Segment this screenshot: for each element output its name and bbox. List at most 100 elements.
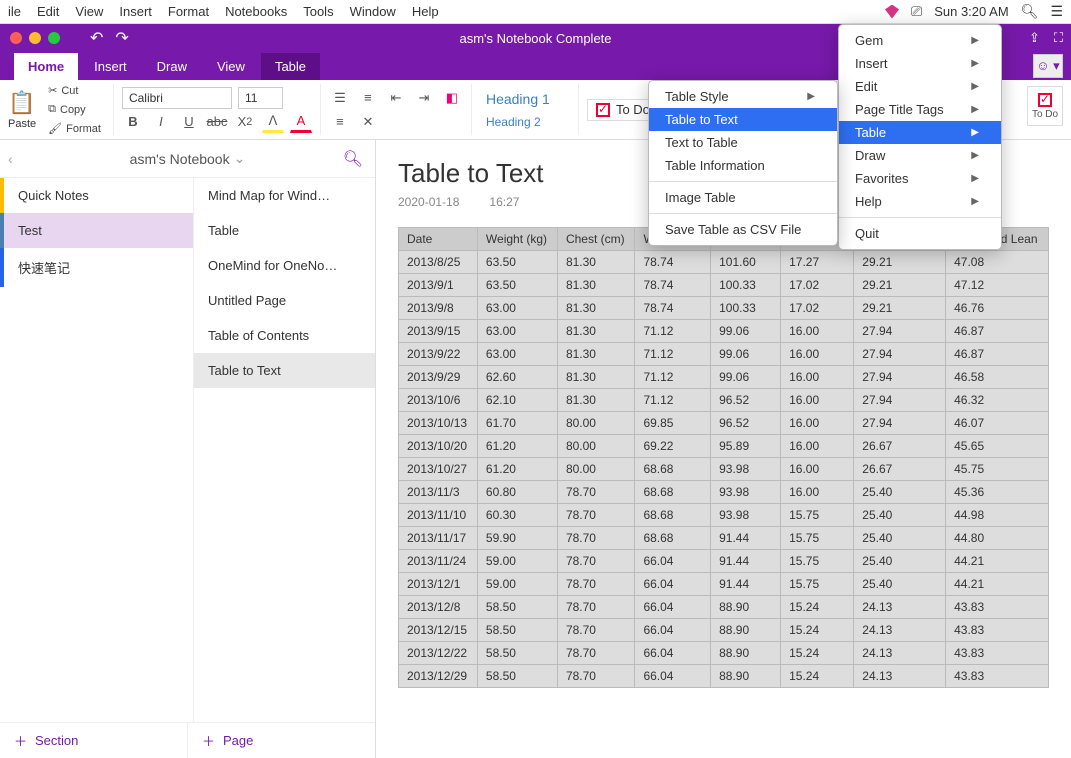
table-cell[interactable]: 78.70 [557, 527, 635, 550]
table-row[interactable]: 2013/10/1361.7080.0069.8596.5216.0027.94… [399, 412, 1049, 435]
table-cell[interactable]: 43.83 [946, 642, 1049, 665]
table-cell[interactable]: 78.70 [557, 642, 635, 665]
table-cell[interactable]: 66.04 [635, 642, 711, 665]
window-controls[interactable] [10, 32, 60, 44]
table-cell[interactable]: 78.70 [557, 504, 635, 527]
menu-item-draw[interactable]: Draw▶ [839, 144, 1001, 167]
table-cell[interactable]: 78.70 [557, 550, 635, 573]
table-cell[interactable]: 24.13 [854, 665, 946, 688]
data-table[interactable]: DateWeight (kg)Chest (cm)Waist (cm)Hips … [398, 227, 1049, 688]
table-cell[interactable]: 93.98 [711, 481, 781, 504]
outdent-button[interactable]: ⇤ [385, 87, 407, 109]
undo-button[interactable]: ↶ [90, 28, 103, 48]
table-cell[interactable]: 26.67 [854, 435, 946, 458]
tab-table[interactable]: Table [261, 53, 320, 80]
table-cell[interactable]: 71.12 [635, 343, 711, 366]
menu-item-table-to-text[interactable]: Table to Text [649, 108, 837, 131]
chevron-down-icon[interactable]: ⌄ [234, 150, 246, 167]
table-row[interactable]: 2013/11/360.8078.7068.6893.9816.0025.404… [399, 481, 1049, 504]
table-cell[interactable]: 44.98 [946, 504, 1049, 527]
table-row[interactable]: 2013/12/1558.5078.7066.0488.9015.2424.13… [399, 619, 1049, 642]
numbers-button[interactable]: ≡ [357, 87, 379, 109]
table-cell[interactable]: 78.74 [635, 251, 711, 274]
table-cell[interactable]: 15.75 [781, 527, 854, 550]
add-section-button[interactable]: ＋Section [0, 723, 188, 758]
italic-button[interactable]: I [150, 111, 172, 133]
table-cell[interactable]: 2013/12/1 [399, 573, 478, 596]
table-cell[interactable]: 25.40 [854, 527, 946, 550]
table-cell[interactable]: 15.24 [781, 619, 854, 642]
section-quick-notes[interactable]: Quick Notes [0, 178, 193, 213]
table-cell[interactable]: 59.00 [477, 573, 557, 596]
table-cell[interactable]: 66.04 [635, 665, 711, 688]
style-heading1[interactable]: Heading 1 [480, 89, 570, 109]
menu-item-text-to-table[interactable]: Text to Table [649, 131, 837, 154]
table-cell[interactable]: 62.60 [477, 366, 557, 389]
zoom-icon[interactable] [48, 32, 60, 44]
table-cell[interactable]: 99.06 [711, 343, 781, 366]
table-row[interactable]: 2013/9/863.0081.3078.74100.3317.0229.214… [399, 297, 1049, 320]
table-cell[interactable]: 95.89 [711, 435, 781, 458]
table-cell[interactable]: 96.52 [711, 412, 781, 435]
table-cell[interactable]: 78.70 [557, 596, 635, 619]
table-cell[interactable]: 16.00 [781, 320, 854, 343]
menu-item-table-style[interactable]: Table Style▶ [649, 85, 837, 108]
table-cell[interactable]: 88.90 [711, 642, 781, 665]
table-cell[interactable]: 59.00 [477, 550, 557, 573]
table-row[interactable]: 2013/12/858.5078.7066.0488.9015.2424.134… [399, 596, 1049, 619]
table-cell[interactable]: 78.70 [557, 619, 635, 642]
gem-menu[interactable]: Gem▶Insert▶Edit▶Page Title Tags▶Table▶Dr… [838, 24, 1002, 250]
table-cell[interactable]: 81.30 [557, 320, 635, 343]
table-cell[interactable]: 29.21 [854, 297, 946, 320]
styles-gallery[interactable]: Heading 1 Heading 2 [480, 89, 570, 131]
menu-item-table[interactable]: Table▶ [839, 121, 1001, 144]
table-cell[interactable]: 2013/9/22 [399, 343, 478, 366]
table-cell[interactable]: 15.75 [781, 504, 854, 527]
page-item[interactable]: Table [194, 213, 375, 248]
indent-button[interactable]: ⇥ [413, 87, 435, 109]
menu-item-image-table[interactable]: Image Table [649, 186, 837, 209]
page-item[interactable]: OneMind for OneNo… [194, 248, 375, 283]
copy-button[interactable]: ⧉Copy [44, 101, 105, 118]
highlight-button[interactable]: ꓥ [262, 111, 284, 133]
table-cell[interactable]: 2013/10/6 [399, 389, 478, 412]
table-cell[interactable]: 78.70 [557, 573, 635, 596]
gem-menubar-icon[interactable] [885, 5, 899, 19]
menu-window[interactable]: Window [350, 4, 396, 19]
table-cell[interactable]: 78.74 [635, 297, 711, 320]
table-cell[interactable]: 27.94 [854, 320, 946, 343]
table-cell[interactable]: 93.98 [711, 458, 781, 481]
table-cell[interactable]: 80.00 [557, 412, 635, 435]
table-cell[interactable]: 66.04 [635, 573, 711, 596]
menu-format[interactable]: Format [168, 4, 209, 19]
table-cell[interactable]: 47.08 [946, 251, 1049, 274]
share-icon[interactable]: ⇪ [1029, 30, 1040, 46]
table-submenu[interactable]: Table Style▶Table to TextText to TableTa… [648, 80, 838, 246]
table-cell[interactable]: 69.85 [635, 412, 711, 435]
font-name-input[interactable] [122, 87, 232, 109]
table-cell[interactable]: 2013/11/10 [399, 504, 478, 527]
tab-insert[interactable]: Insert [80, 53, 141, 80]
menu-item-edit[interactable]: Edit▶ [839, 75, 1001, 98]
table-cell[interactable]: 43.83 [946, 596, 1049, 619]
section-cn[interactable]: 快速笔记 [0, 248, 193, 287]
table-cell[interactable]: 58.50 [477, 642, 557, 665]
table-cell[interactable]: 63.00 [477, 297, 557, 320]
table-cell[interactable]: 69.22 [635, 435, 711, 458]
font-size-input[interactable] [238, 87, 283, 109]
table-cell[interactable]: 78.74 [635, 274, 711, 297]
menu-file[interactable]: ile [8, 4, 21, 19]
menu-view[interactable]: View [75, 4, 103, 19]
menu-item-table-information[interactable]: Table Information [649, 154, 837, 177]
table-cell[interactable]: 61.20 [477, 458, 557, 481]
menu-item-favorites[interactable]: Favorites▶ [839, 167, 1001, 190]
table-cell[interactable]: 61.70 [477, 412, 557, 435]
table-row[interactable]: 2013/10/662.1081.3071.1296.5216.0027.944… [399, 389, 1049, 412]
table-cell[interactable]: 45.65 [946, 435, 1049, 458]
table-cell[interactable]: 62.10 [477, 389, 557, 412]
underline-button[interactable]: U [178, 111, 200, 133]
table-cell[interactable]: 2013/10/13 [399, 412, 478, 435]
table-cell[interactable]: 66.04 [635, 596, 711, 619]
table-cell[interactable]: 60.30 [477, 504, 557, 527]
table-cell[interactable]: 16.00 [781, 481, 854, 504]
